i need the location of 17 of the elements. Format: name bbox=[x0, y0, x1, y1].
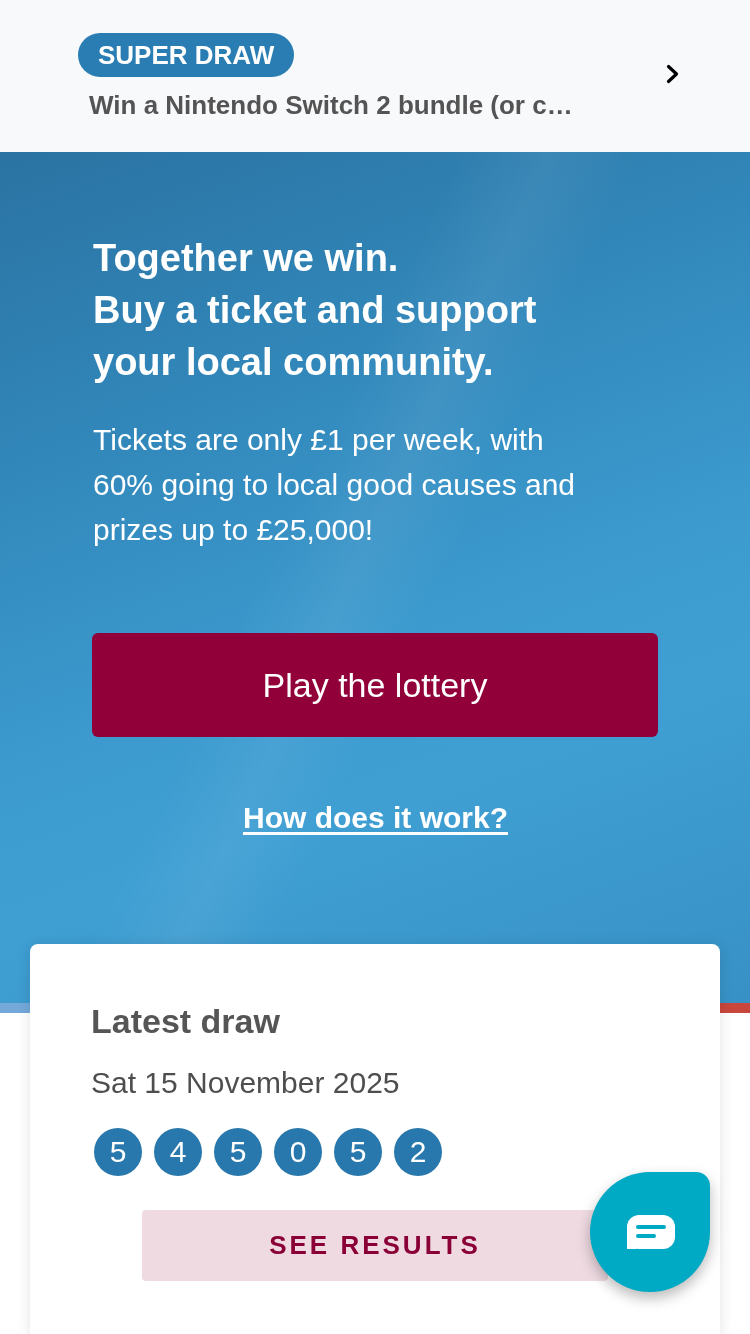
draw-date: Sat 15 November 2025 bbox=[91, 1065, 401, 1101]
promo-banner[interactable]: SUPER DRAW Win a Nintendo Switch 2 bundle (or c… bbox=[0, 0, 750, 152]
number-ball: 5 bbox=[94, 1128, 142, 1176]
number-ball: 5 bbox=[334, 1128, 382, 1176]
play-lottery-button[interactable]: Play the lottery bbox=[92, 633, 658, 737]
number-ball: 0 bbox=[274, 1128, 322, 1176]
promo-title: Win a Nintendo Switch 2 bundle (or c… bbox=[89, 89, 573, 121]
chevron-right-icon bbox=[666, 64, 680, 84]
see-results-button[interactable]: SEE RESULTS bbox=[142, 1210, 608, 1281]
hero-description: Tickets are only £1 per week, with 60% going to local good causes and prizes up to £25,000! bbox=[93, 422, 577, 548]
number-ball: 4 bbox=[154, 1128, 202, 1176]
chat-icon bbox=[626, 1215, 675, 1249]
hero-headline: Together we win. Buy a ticket and support your local community. bbox=[93, 236, 538, 385]
super-draw-badge: SUPER DRAW bbox=[78, 33, 295, 77]
number-ball: 5 bbox=[214, 1128, 262, 1176]
latest-draw-title: Latest draw bbox=[91, 1001, 281, 1042]
number-ball: 2 bbox=[394, 1128, 442, 1176]
